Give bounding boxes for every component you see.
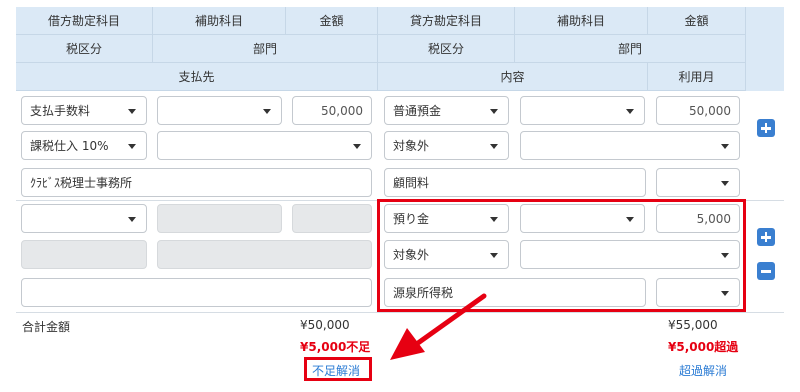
arrow-shaft <box>415 293 487 346</box>
red-arrow-annotation <box>390 293 487 360</box>
